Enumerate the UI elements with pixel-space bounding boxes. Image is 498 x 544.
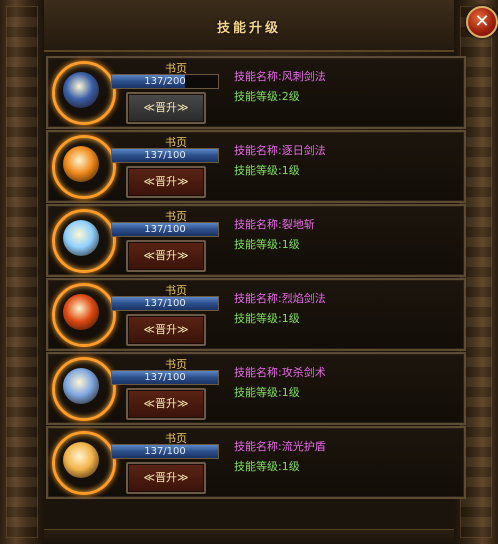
skill-level: 技能等级:2级	[234, 88, 300, 104]
skill-name-prefix: 技能名称:	[234, 144, 282, 157]
skill-glyph	[63, 294, 99, 330]
progress-text: 137/100	[144, 372, 186, 383]
skill-level-value: 1级	[281, 386, 300, 399]
book-progress-bar: 137/100	[111, 222, 219, 237]
bottom-border	[44, 529, 454, 544]
progress-text: 137/100	[144, 224, 186, 235]
promote-button[interactable]: ≪晋升≫	[126, 462, 206, 494]
skill-level-prefix: 技能等级:	[234, 164, 282, 177]
promote-button[interactable]: ≪晋升≫	[126, 92, 206, 124]
close-button[interactable]: ✕	[466, 6, 498, 38]
flame-sword-icon[interactable]	[52, 283, 116, 347]
skill-level-value: 1级	[281, 460, 300, 473]
skill-row: 书页 137/200 ≪晋升≫ 技能名称:风刺剑法 技能等级:2级	[46, 56, 466, 129]
title-bar: 技能升级	[44, 0, 454, 52]
promote-button[interactable]: ≪晋升≫	[126, 240, 206, 272]
skill-name: 技能名称:流光护盾	[234, 438, 326, 454]
skill-name-value: 流光护盾	[281, 440, 326, 453]
skill-level: 技能等级:1级	[234, 310, 300, 326]
skill-row: 书页 137/100 ≪晋升≫ 技能名称:烈焰剑法 技能等级:1级	[46, 278, 466, 351]
progress-text: 137/100	[144, 298, 186, 309]
skill-name: 技能名称:攻杀剑术	[234, 364, 326, 380]
skill-name-prefix: 技能名称:	[234, 366, 282, 379]
skill-name: 技能名称:烈焰剑法	[234, 290, 326, 306]
close-icon: ✕	[474, 11, 490, 32]
skill-glyph	[63, 368, 99, 404]
skill-name: 技能名称:逐日剑法	[234, 142, 326, 158]
skill-name-prefix: 技能名称:	[234, 440, 282, 453]
skill-name-prefix: 技能名称:	[234, 292, 282, 305]
window-title: 技能升级	[216, 21, 281, 36]
skill-row: 书页 137/100 ≪晋升≫ 技能名称:流光护盾 技能等级:1级	[46, 426, 466, 499]
book-progress-bar: 137/200	[111, 74, 219, 89]
skill-glyph	[63, 146, 99, 182]
skill-level-value: 1级	[281, 164, 300, 177]
promote-button[interactable]: ≪晋升≫	[126, 314, 206, 346]
shield-icon[interactable]	[52, 431, 116, 495]
promote-button[interactable]: ≪晋升≫	[126, 388, 206, 420]
skill-level-prefix: 技能等级:	[234, 90, 282, 103]
skill-row: 书页 137/100 ≪晋升≫ 技能名称:逐日剑法 技能等级:1级	[46, 130, 466, 203]
skill-name-value: 裂地斩	[281, 218, 315, 231]
progress-text: 137/200	[144, 76, 186, 87]
skill-name: 技能名称:裂地斩	[234, 216, 315, 232]
skill-name-prefix: 技能名称:	[234, 70, 282, 83]
book-progress-bar: 137/100	[111, 370, 219, 385]
promote-button[interactable]: ≪晋升≫	[126, 166, 206, 198]
skill-upgrade-window: 技能升级 ✕ 书页 137/200 ≪晋升≫ 技能名称:风刺剑法 技能等级:2级…	[0, 0, 498, 544]
skill-level: 技能等级:1级	[234, 236, 300, 252]
wind-sword-icon[interactable]	[52, 61, 116, 125]
skill-level: 技能等级:1级	[234, 458, 300, 474]
skill-level: 技能等级:1级	[234, 162, 300, 178]
skill-level-prefix: 技能等级:	[234, 312, 282, 325]
book-progress-bar: 137/100	[111, 148, 219, 163]
book-progress-bar: 137/100	[111, 296, 219, 311]
skill-name-value: 攻杀剑术	[281, 366, 326, 379]
skill-level-value: 1级	[281, 238, 300, 251]
progress-text: 137/100	[144, 446, 186, 457]
skill-name-prefix: 技能名称:	[234, 218, 282, 231]
skill-name-value: 烈焰剑法	[281, 292, 326, 305]
skill-level-prefix: 技能等级:	[234, 460, 282, 473]
skill-level-prefix: 技能等级:	[234, 386, 282, 399]
skill-name-value: 逐日剑法	[281, 144, 326, 157]
left-pillar-decoration	[0, 0, 44, 544]
skill-row: 书页 137/100 ≪晋升≫ 技能名称:攻杀剑术 技能等级:1级	[46, 352, 466, 425]
skill-level-value: 2级	[281, 90, 300, 103]
skill-row: 书页 137/100 ≪晋升≫ 技能名称:裂地斩 技能等级:1级	[46, 204, 466, 277]
attack-sword-icon[interactable]	[52, 357, 116, 421]
sun-sword-icon[interactable]	[52, 135, 116, 199]
skill-glyph	[63, 220, 99, 256]
skill-level-value: 1级	[281, 312, 300, 325]
skill-name: 技能名称:风刺剑法	[234, 68, 326, 84]
book-progress-bar: 137/100	[111, 444, 219, 459]
skill-glyph	[63, 442, 99, 478]
skill-name-value: 风刺剑法	[281, 70, 326, 83]
skill-glyph	[63, 72, 99, 108]
skill-level: 技能等级:1级	[234, 384, 300, 400]
progress-text: 137/100	[144, 150, 186, 161]
skill-level-prefix: 技能等级:	[234, 238, 282, 251]
earth-split-icon[interactable]	[52, 209, 116, 273]
